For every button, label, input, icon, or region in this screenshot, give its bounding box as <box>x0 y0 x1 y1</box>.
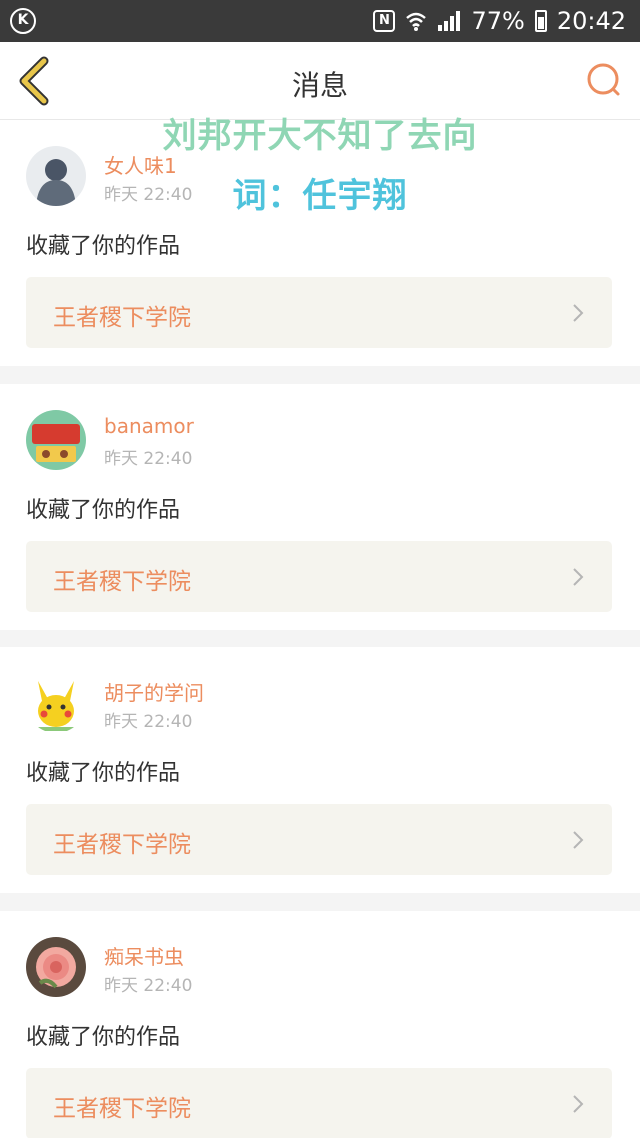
chevron-right-icon <box>573 304 584 322</box>
status-bar: K N 77% 20:42 <box>0 0 640 42</box>
avatar[interactable] <box>26 673 86 733</box>
message-action: 收藏了你的作品 <box>26 498 181 523</box>
chevron-right-icon <box>573 568 584 586</box>
message-card: 痴呆书虫 昨天 22:40 收藏了你的作品 王者稷下学院 <box>0 911 640 1138</box>
search-icon <box>587 63 620 96</box>
wifi-icon <box>406 12 427 31</box>
message-card: banamor 昨天 22:40 收藏了你的作品 王者稷下学院 <box>0 384 640 630</box>
message-action: 收藏了你的作品 <box>26 234 181 259</box>
message-time: 昨天 22:40 <box>104 712 193 732</box>
avatar[interactable] <box>26 410 86 470</box>
avatar[interactable] <box>26 937 86 997</box>
work-link[interactable]: 王者稷下学院 <box>26 541 612 612</box>
k-app-icon: K <box>10 8 36 34</box>
message-time: 昨天 22:40 <box>104 449 193 469</box>
search-button[interactable] <box>586 62 622 98</box>
username[interactable]: 胡子的学问 <box>104 677 204 706</box>
message-card: 胡子的学问 昨天 22:40 收藏了你的作品 王者稷下学院 <box>0 647 640 893</box>
work-link[interactable]: 王者稷下学院 <box>26 277 612 348</box>
battery-percent: 77% <box>471 7 525 35</box>
clock: 20:42 <box>556 7 626 35</box>
chevron-right-icon <box>573 1095 584 1113</box>
work-title: 王者稷下学院 <box>53 569 191 595</box>
page-title: 消息 <box>291 69 348 102</box>
work-link[interactable]: 王者稷下学院 <box>26 804 612 875</box>
overlay-caption-line2: 词：任宇翔 <box>232 176 408 216</box>
nfc-icon: N <box>373 10 396 32</box>
status-icons: N 77% 20:42 <box>373 0 626 42</box>
overlay-caption-line1: 刘邦开大不知了去向 <box>162 116 478 156</box>
username[interactable]: 痴呆书虫 <box>104 941 184 970</box>
message-time: 昨天 22:40 <box>104 976 193 996</box>
battery-icon <box>534 10 547 32</box>
work-title: 王者稷下学院 <box>53 305 191 331</box>
signal-icon <box>438 11 461 31</box>
message-action: 收藏了你的作品 <box>26 761 181 786</box>
username[interactable]: banamor <box>104 414 194 438</box>
chevron-right-icon <box>573 831 584 849</box>
message-action: 收藏了你的作品 <box>26 1025 181 1050</box>
work-title: 王者稷下学院 <box>53 832 191 858</box>
work-title: 王者稷下学院 <box>53 1096 191 1122</box>
work-link[interactable]: 王者稷下学院 <box>26 1068 612 1138</box>
